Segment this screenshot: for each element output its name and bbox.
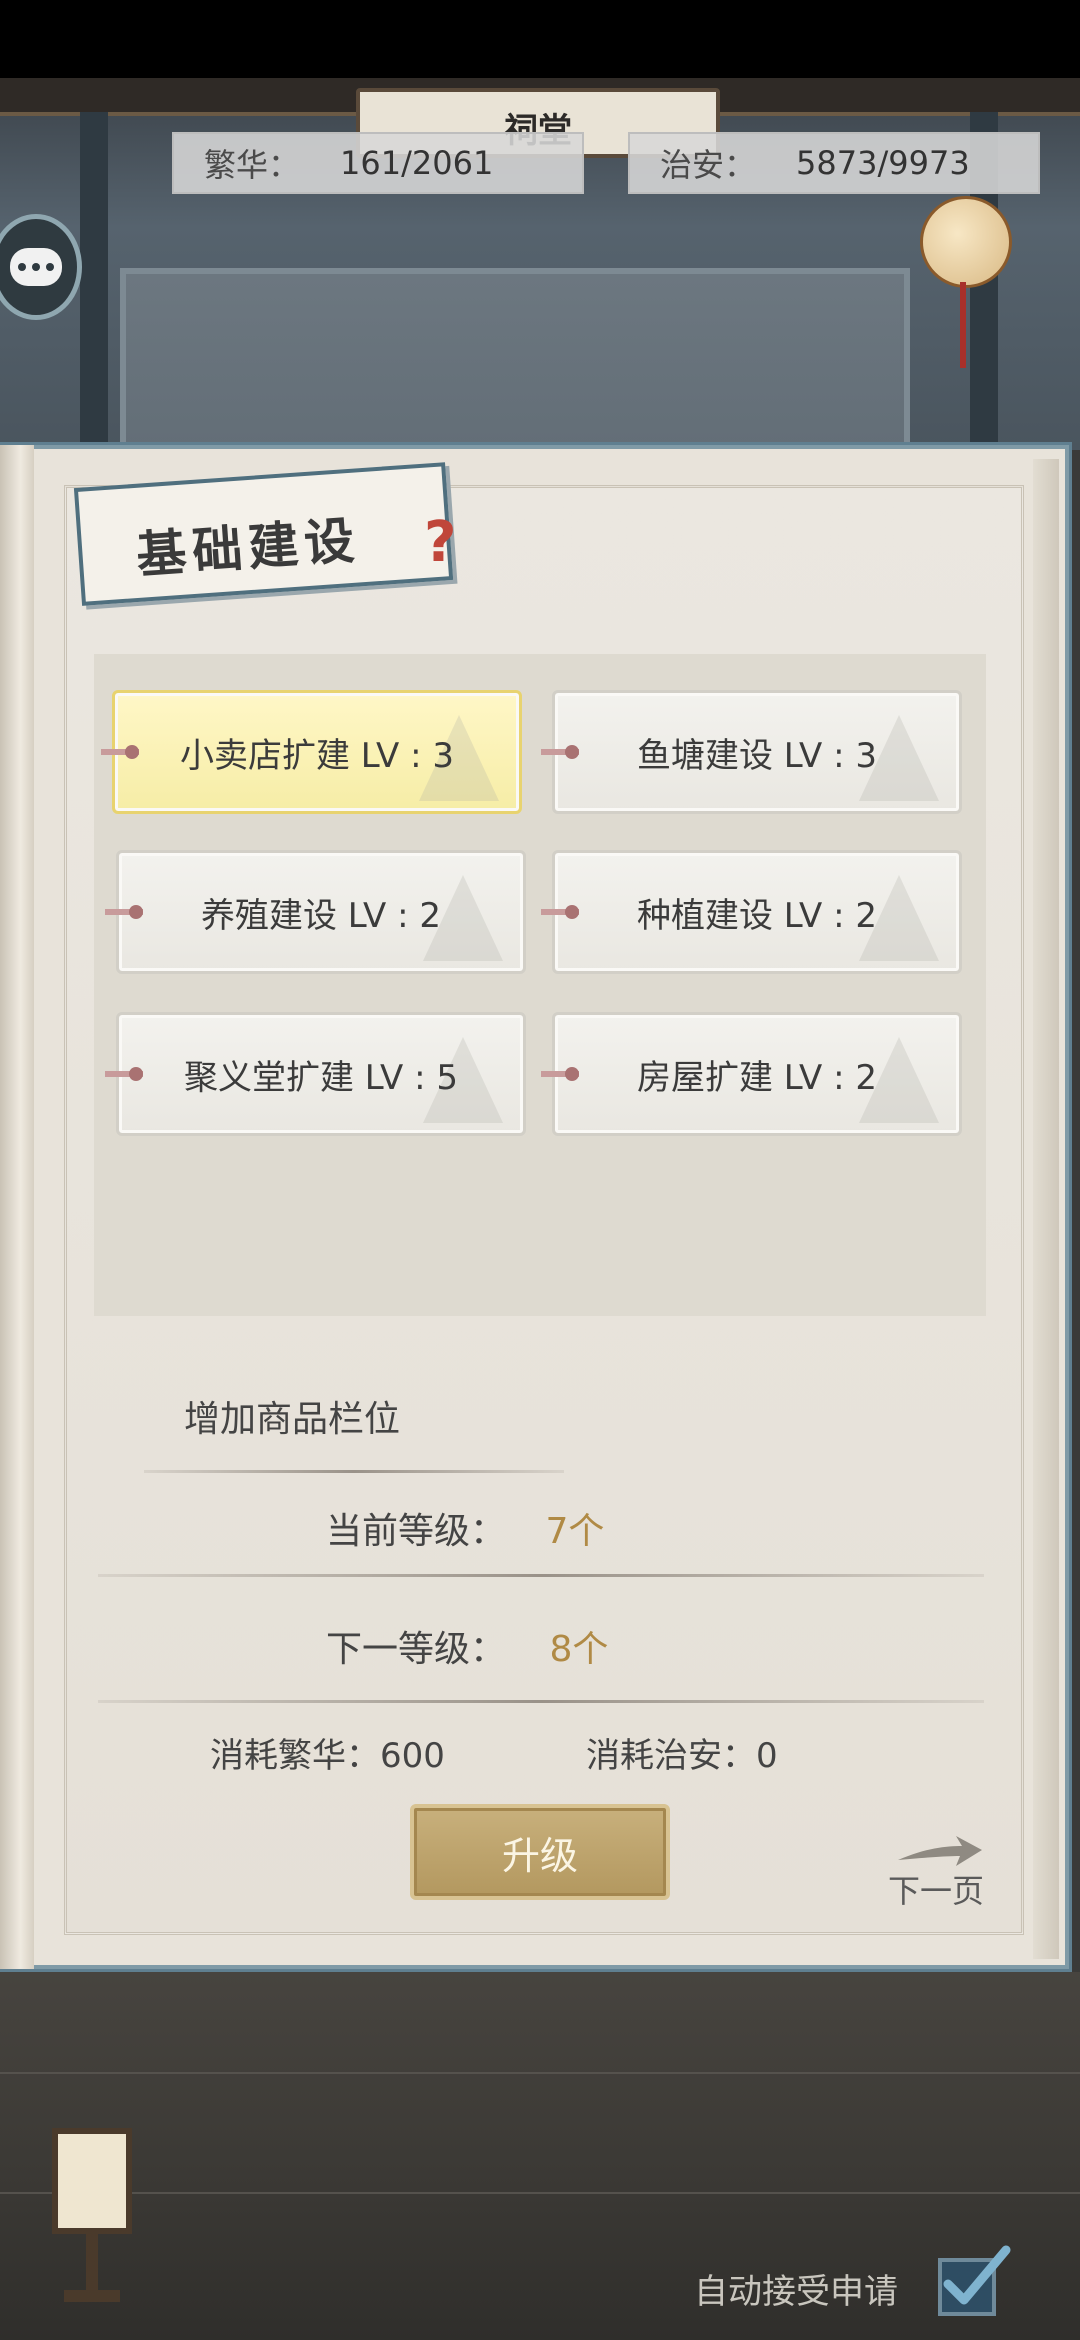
- chat-bubble-icon: [10, 248, 62, 286]
- auto-accept-checkbox[interactable]: [934, 2240, 1014, 2320]
- building-card-label: 鱼塘建设 LV : 3: [637, 735, 877, 776]
- next-page-label: 下一页: [888, 1872, 985, 1910]
- lamp-icon: [52, 2128, 132, 2234]
- prosperity-stat: 繁华： 161/2061: [172, 132, 584, 194]
- divider: [98, 1700, 984, 1703]
- current-level-value: 7个: [545, 1511, 605, 1552]
- floor-seam: [0, 2072, 1080, 2074]
- next-page-button[interactable]: 下一页: [888, 1834, 988, 1910]
- building-card-housing[interactable]: 房屋扩建 LV : 2: [541, 1012, 962, 1136]
- floor-seam: [0, 2192, 1080, 2194]
- hall-screen: [120, 268, 910, 450]
- prosperity-label: 繁华：: [204, 146, 301, 184]
- building-card-fishpond[interactable]: 鱼塘建设 LV : 3: [541, 690, 962, 814]
- lamp-stand: [86, 2234, 98, 2294]
- next-level-label: 下一等级：: [326, 1629, 507, 1670]
- arrow-right-icon: [898, 1836, 982, 1866]
- floor-area: [0, 1972, 1080, 2340]
- question-icon[interactable]: ?: [424, 510, 456, 575]
- current-level-row: 当前等级： 7个: [326, 1502, 604, 1554]
- divider: [98, 1574, 984, 1577]
- pin-icon: [105, 905, 143, 919]
- page-edge: [1033, 459, 1059, 1959]
- lantern-icon: [920, 196, 1012, 288]
- current-level-label: 当前等级：: [326, 1511, 507, 1552]
- building-card-label: 小卖店扩建 LV : 3: [180, 735, 454, 776]
- building-card-shop[interactable]: 小卖店扩建 LV : 3: [101, 690, 522, 814]
- security-label: 治安：: [660, 146, 757, 184]
- divider: [144, 1470, 564, 1473]
- building-card-hall[interactable]: 聚义堂扩建 LV : 5: [105, 1012, 526, 1136]
- book-spine: [0, 445, 34, 1969]
- pin-icon: [541, 1067, 579, 1081]
- pin-icon: [541, 905, 579, 919]
- building-card-label: 养殖建设 LV : 2: [201, 895, 441, 936]
- building-card-label: 房屋扩建 LV : 2: [637, 1057, 877, 1098]
- status-bar-area: [0, 0, 1080, 78]
- building-card-planting[interactable]: 种植建设 LV : 2: [541, 850, 962, 974]
- building-card-label: 种植建设 LV : 2: [637, 895, 877, 936]
- lantern-tassel: [960, 282, 966, 368]
- pin-icon: [101, 745, 139, 759]
- auto-accept-label: 自动接受申请: [694, 2272, 898, 2312]
- security-value: 5873/9973: [796, 144, 970, 182]
- upgrade-button[interactable]: 升级: [410, 1804, 670, 1900]
- cost-security: 消耗治安：0: [586, 1736, 778, 1776]
- security-stat: 治安： 5873/9973: [628, 132, 1040, 194]
- building-card-label: 聚义堂扩建 LV : 5: [184, 1057, 458, 1098]
- pin-icon: [541, 745, 579, 759]
- lamp-base: [64, 2290, 120, 2302]
- pillar-left: [80, 112, 108, 450]
- pin-icon: [105, 1067, 143, 1081]
- next-level-row: 下一等级： 8个: [326, 1620, 608, 1672]
- next-level-value: 8个: [549, 1629, 609, 1670]
- building-card-breeding[interactable]: 养殖建设 LV : 2: [105, 850, 526, 974]
- cost-prosperity: 消耗繁华：600: [210, 1736, 445, 1776]
- upgrade-description: 增加商品栏位: [184, 1399, 401, 1440]
- prosperity-value: 161/2061: [340, 144, 494, 182]
